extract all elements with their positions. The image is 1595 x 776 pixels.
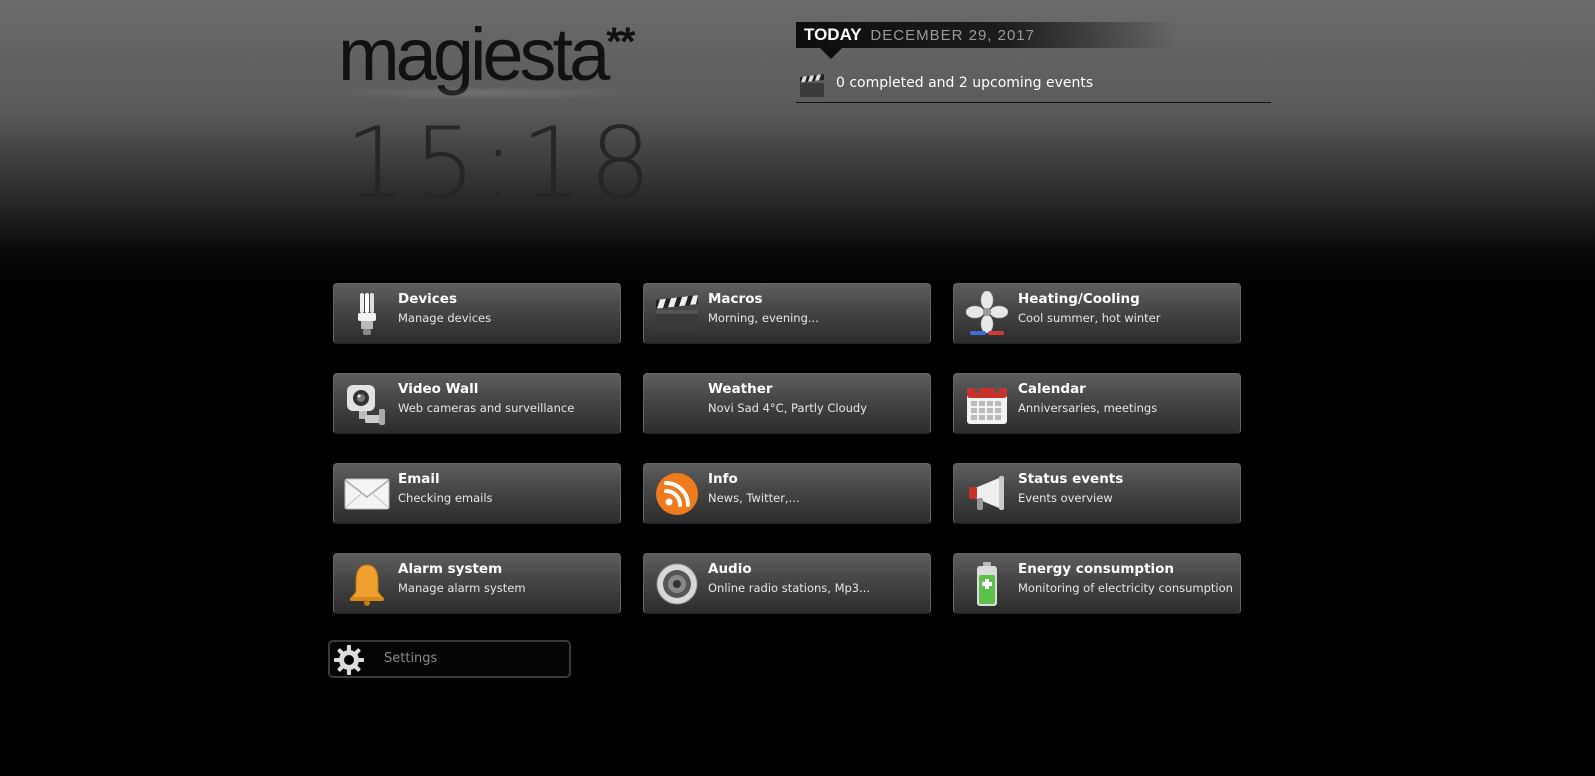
tile-subtitle: Web cameras and surveillance (398, 401, 575, 415)
gear-icon (334, 645, 364, 679)
clock: 15:18 (345, 107, 658, 221)
settings-label: Settings (384, 651, 438, 666)
tile-title: Devices (398, 291, 457, 307)
tile-subtitle: Cool summer, hot winter (1018, 311, 1161, 325)
tile-subtitle: Monitoring of electricity consumption (1018, 581, 1233, 595)
tile-title: Video Wall (398, 381, 479, 397)
tile-video-wall[interactable]: Video Wall Web cameras and surveillance (333, 373, 621, 434)
fan-icon (964, 290, 1010, 338)
tile-audio[interactable]: Audio Online radio stations, Mp3... (643, 553, 931, 614)
tile-heating-cooling[interactable]: Heating/Cooling Cool summer, hot winter (953, 283, 1241, 344)
tile-title: Energy consumption (1018, 561, 1175, 577)
tile-title: Heating/Cooling (1018, 291, 1140, 307)
logo-text: magiesta (338, 13, 610, 96)
tile-weather[interactable]: Weather Novi Sad 4°C, Partly Cloudy (643, 373, 931, 434)
settings-button[interactable]: Settings (328, 640, 571, 678)
tile-email[interactable]: Email Checking emails (333, 463, 621, 524)
today-date: DECEMBER 29, 2017 (870, 27, 1035, 44)
app-logo: magiesta** (338, 18, 635, 92)
tile-devices[interactable]: Devices Manage devices (333, 283, 621, 344)
bell-icon (344, 560, 390, 608)
tile-subtitle: Checking emails (398, 491, 493, 505)
tile-subtitle: Manage alarm system (398, 581, 526, 595)
tile-subtitle: News, Twitter,... (708, 491, 800, 505)
envelope-icon (344, 470, 390, 518)
lightbulb-icon (344, 290, 390, 338)
events-text: 0 completed and 2 upcoming events (836, 75, 1094, 91)
tile-subtitle: Novi Sad 4°C, Partly Cloudy (708, 401, 868, 415)
today-label: TODAY (804, 25, 862, 44)
today-arrow (820, 48, 842, 59)
clapperboard-icon (798, 74, 826, 102)
tile-macros[interactable]: Macros Morning, evening... (643, 283, 931, 344)
tile-title: Macros (708, 291, 763, 307)
tile-status-events[interactable]: Status events Events overview (953, 463, 1241, 524)
camera-icon (344, 380, 390, 428)
megaphone-icon (964, 470, 1010, 518)
tile-subtitle: Online radio stations, Mp3... (708, 581, 871, 595)
tile-subtitle: Morning, evening... (708, 311, 819, 325)
tile-title: Info (708, 471, 738, 487)
tile-title: Status events (1018, 471, 1124, 487)
logo-reflection (318, 86, 648, 100)
calendar-icon (964, 380, 1010, 428)
tile-alarm-system[interactable]: Alarm system Manage alarm system (333, 553, 621, 614)
tile-title: Audio (708, 561, 752, 577)
clapperboard-icon (654, 290, 700, 338)
logo-stars: ** (606, 20, 635, 64)
battery-icon (964, 560, 1010, 608)
tile-title: Weather (708, 381, 773, 397)
rss-icon (654, 470, 700, 518)
tile-subtitle: Manage devices (398, 311, 492, 325)
tile-title: Email (398, 471, 440, 487)
tile-subtitle: Anniversaries, meetings (1018, 401, 1158, 415)
tile-calendar[interactable]: Calendar Anniversaries, meetings (953, 373, 1241, 434)
tile-subtitle: Events overview (1018, 491, 1113, 505)
events-summary[interactable]: 0 completed and 2 upcoming events (796, 72, 1271, 103)
today-bar: TODAY DECEMBER 29, 2017 (796, 22, 1176, 48)
tile-energy-consumption[interactable]: Energy consumption Monitoring of electri… (953, 553, 1241, 614)
tile-title: Alarm system (398, 561, 503, 577)
speaker-icon (654, 560, 700, 608)
tile-title: Calendar (1018, 381, 1086, 397)
tile-info[interactable]: Info News, Twitter,... (643, 463, 931, 524)
